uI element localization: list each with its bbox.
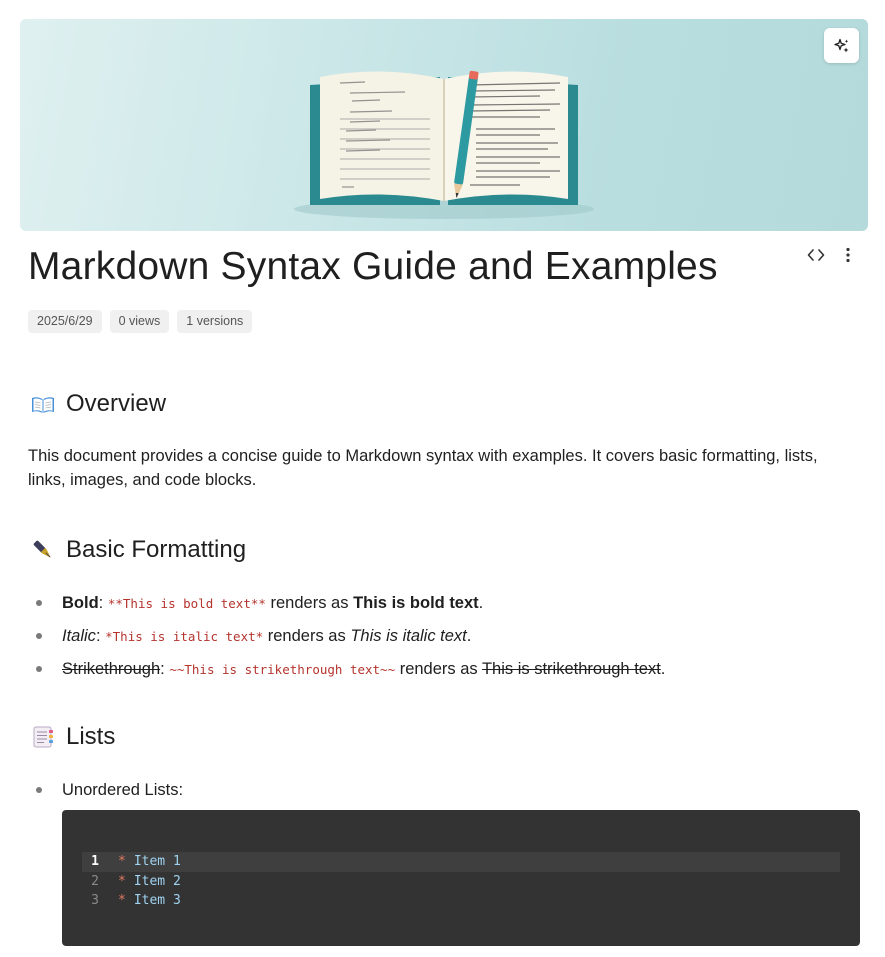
code-block[interactable]: 1 * Item 1 2 * Item 2 3 * Item 3 xyxy=(62,810,860,946)
basic-formatting-heading-text: Basic Formatting xyxy=(66,536,247,563)
page-title: Markdown Syntax Guide and Examples xyxy=(28,245,718,288)
code-bullet: * xyxy=(118,854,126,869)
overview-heading: Overview xyxy=(30,388,166,420)
more-options-button[interactable] xyxy=(838,246,858,264)
list-item-unordered: Unordered Lists: xyxy=(28,774,183,806)
code-line[interactable]: 1 * Item 1 xyxy=(82,852,840,872)
bold-result: This is bold text xyxy=(353,594,479,612)
open-book-illustration xyxy=(294,70,594,219)
date-badge: 2025/6/29 xyxy=(28,310,102,333)
document-meta: 2025/6/29 0 views 1 versions xyxy=(28,310,253,333)
inline-code-italic: *This is italic text* xyxy=(105,629,264,644)
list-item-italic: Italic: *This is italic text* renders as… xyxy=(28,620,665,653)
period: . xyxy=(660,660,666,678)
renders-as-text: renders as xyxy=(399,660,478,678)
overview-heading-text: Overview xyxy=(66,390,167,417)
list-item-strikethrough: Strikethrough: ~~This is strikethrough t… xyxy=(28,653,665,686)
line-number: 1 xyxy=(91,854,99,869)
lists-heading-text: Lists xyxy=(66,723,116,750)
open-book-emoji-icon xyxy=(30,391,56,417)
separator: : xyxy=(160,660,165,678)
lists-heading: Lists xyxy=(30,721,115,753)
sparkle-icon xyxy=(833,38,848,52)
versions-badge[interactable]: 1 versions xyxy=(177,310,253,333)
lists-list: Unordered Lists: xyxy=(28,774,183,806)
period: . xyxy=(466,627,472,645)
code-line[interactable]: 3 * Item 3 xyxy=(82,891,840,911)
bookmark-tabs-emoji-icon xyxy=(30,724,56,750)
code-bullet: * xyxy=(118,873,126,889)
cover-banner xyxy=(20,19,868,231)
strikethrough-label: Strikethrough xyxy=(62,660,161,678)
renders-as-text: renders as xyxy=(270,594,349,612)
views-badge: 0 views xyxy=(109,310,170,333)
strikethrough-result: This is strikethrough text xyxy=(481,660,661,678)
ai-assist-button[interactable] xyxy=(824,28,859,63)
code-bullet: * xyxy=(118,893,126,908)
period: . xyxy=(478,594,484,612)
bold-label: Bold xyxy=(62,594,99,612)
separator: : xyxy=(98,594,104,612)
line-number: 2 xyxy=(91,873,99,889)
line-number: 3 xyxy=(91,893,99,908)
code-text: Item 1 xyxy=(133,854,181,869)
view-source-button[interactable] xyxy=(805,246,827,264)
separator: : xyxy=(95,627,101,645)
list-item-bold: Bold: **This is bold text** renders as T… xyxy=(28,587,665,620)
more-vertical-icon xyxy=(846,247,850,263)
inline-code-strikethrough: ~~This is strikethrough text~~ xyxy=(169,662,396,677)
code-text: Item 2 xyxy=(133,873,181,889)
code-icon xyxy=(807,249,825,261)
code-lines: 1 * Item 1 2 * Item 2 3 * Item 3 xyxy=(82,852,840,911)
basic-formatting-heading: Basic Formatting xyxy=(30,534,246,566)
inline-code-bold: **This is bold text** xyxy=(107,596,266,611)
overview-paragraph: This document provides a concise guide t… xyxy=(28,447,818,489)
italic-result: This is italic text xyxy=(350,627,467,645)
formatting-list: Bold: **This is bold text** renders as T… xyxy=(28,587,665,686)
code-line[interactable]: 2 * Item 2 xyxy=(82,872,840,892)
code-text: Item 3 xyxy=(133,893,181,908)
renders-as-text: renders as xyxy=(267,627,346,645)
italic-label: Italic xyxy=(62,627,96,645)
fountain-pen-emoji-icon xyxy=(30,537,56,563)
